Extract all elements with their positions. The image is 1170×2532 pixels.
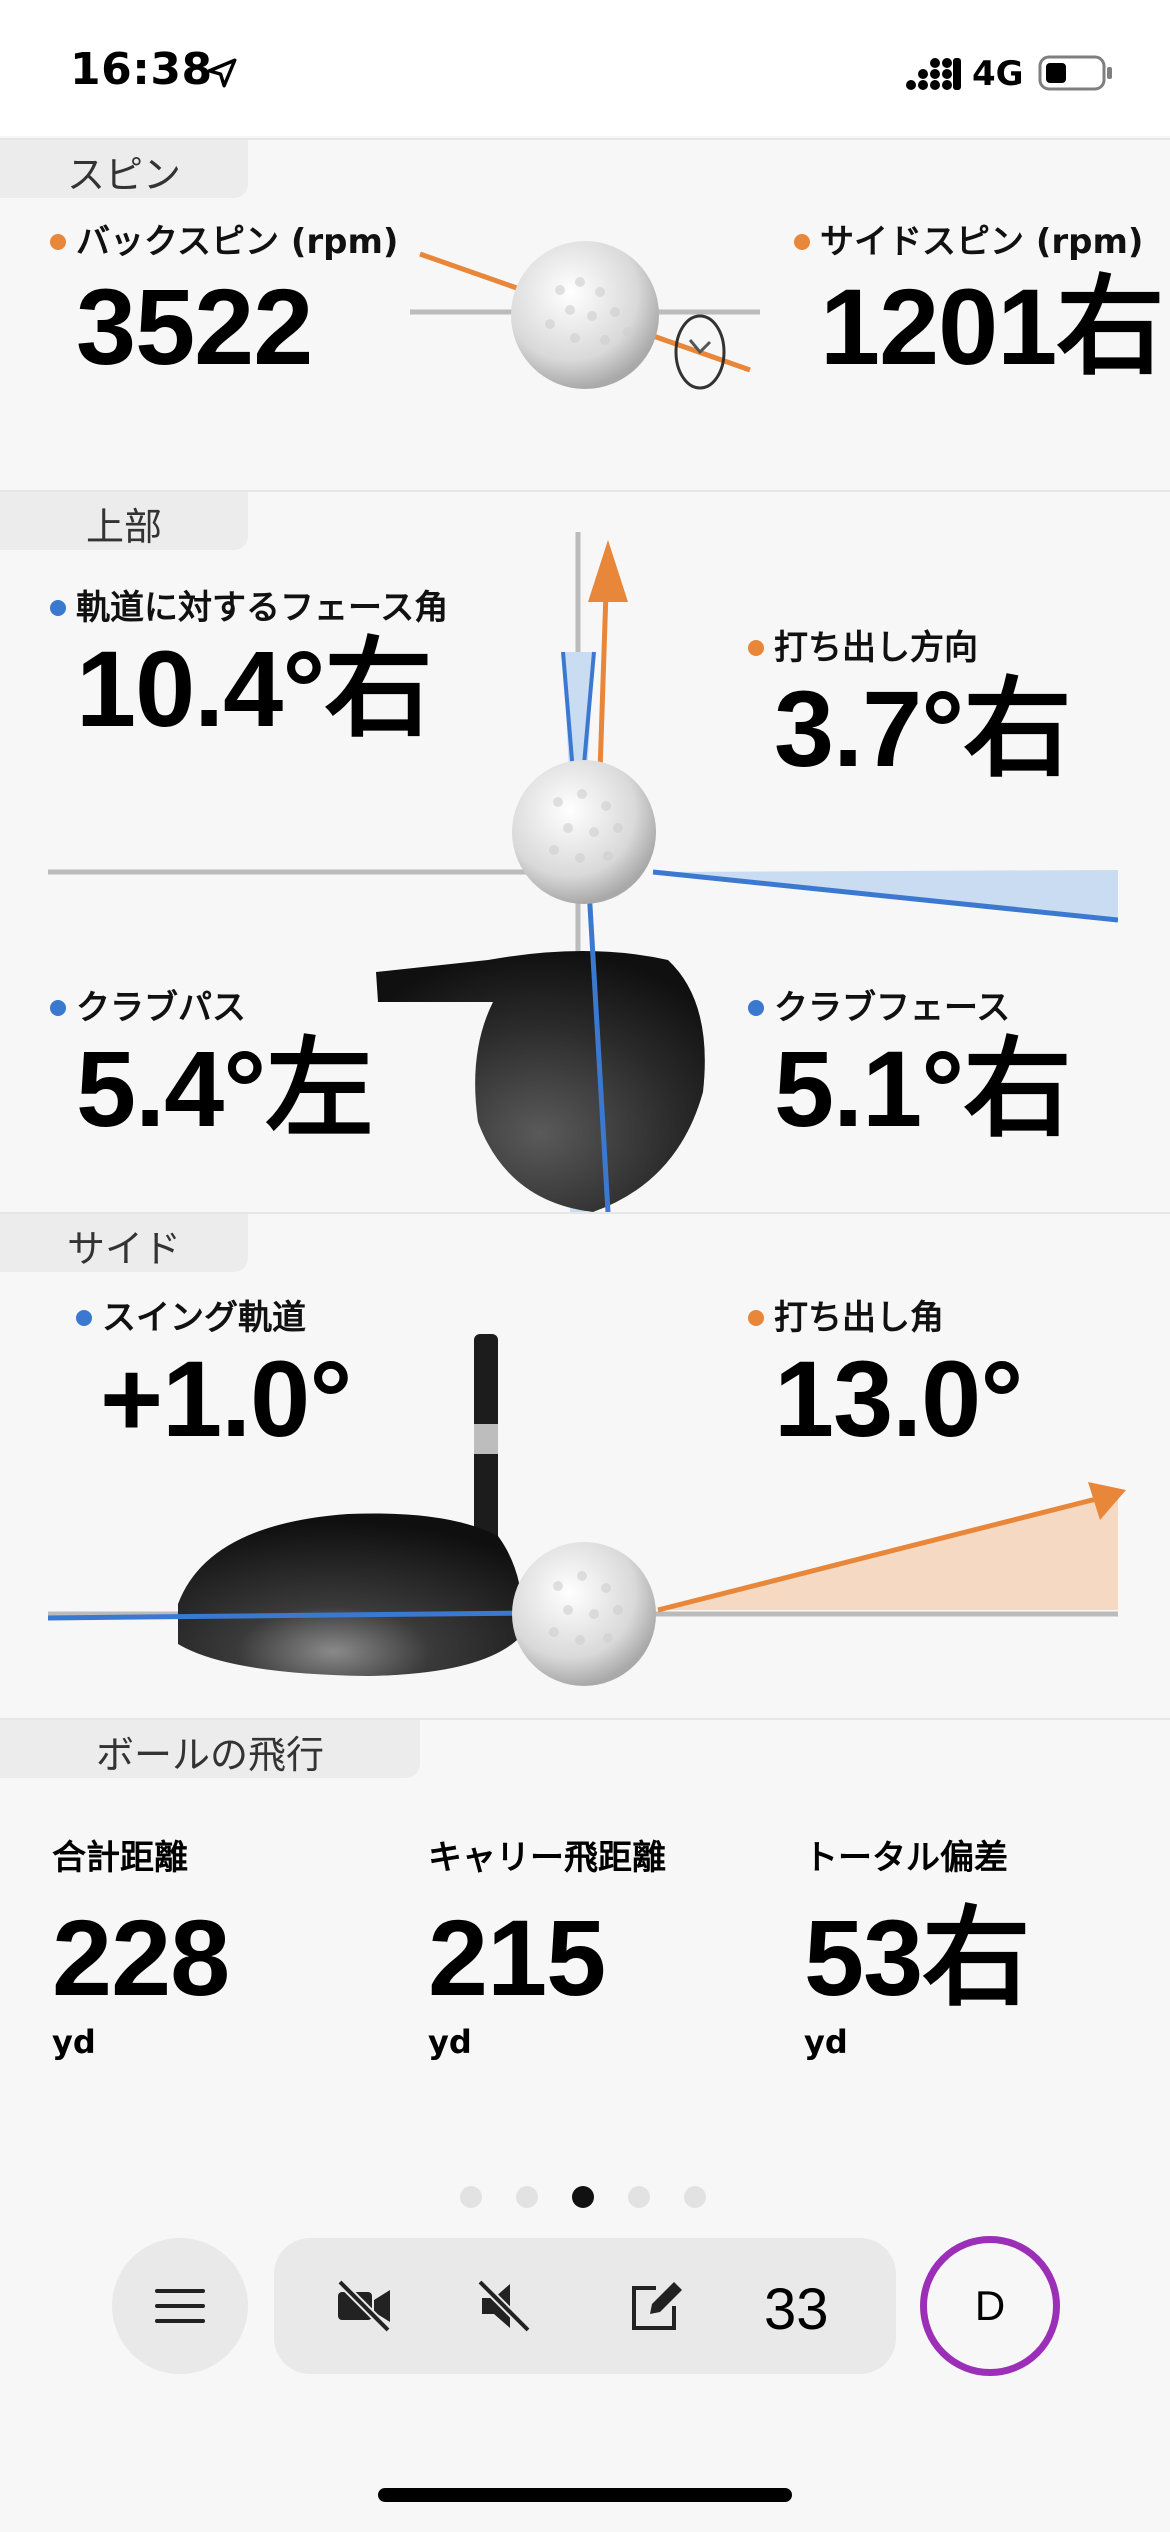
- face-to-path-label: 軌道に対するフェース角: [50, 588, 450, 628]
- club-path-value: 5.4°左: [76, 1028, 373, 1149]
- page-dot[interactable]: [684, 2186, 706, 2208]
- signal-icon: [906, 58, 961, 90]
- total-distance-unit: yd: [52, 2023, 96, 2061]
- total-deviation-label: トータル偏差: [804, 1838, 1008, 1878]
- blue-dot-icon: [50, 1000, 66, 1016]
- total-distance-metric: 合計距離 228 yd: [52, 1830, 230, 2061]
- total-deviation-value: 53右: [804, 1897, 1030, 2018]
- video-off-icon[interactable]: [334, 2278, 394, 2334]
- spin-diagram: [410, 241, 760, 390]
- club-face-value: 5.1°右: [774, 1028, 1071, 1149]
- status-time: 16:38: [70, 44, 213, 95]
- carry-distance-value: 215: [428, 1897, 606, 2018]
- orange-dot-icon: [748, 1310, 764, 1326]
- launch-angle-label: 打ち出し角: [748, 1298, 1022, 1338]
- page-dot[interactable]: [628, 2186, 650, 2208]
- spin-section: スピン バックスピン (rpm) 3522 サイドスピン (rpm) 1201右: [0, 138, 1170, 490]
- blue-dot-icon: [76, 1310, 92, 1326]
- face-to-path-value: 10.4°右: [76, 628, 432, 749]
- launch-direction-metric: 打ち出し方向 3.7°右: [748, 628, 1071, 789]
- club-face-metric: クラブフェース 5.1°右: [748, 988, 1071, 1149]
- page-dot-active[interactable]: [572, 2186, 594, 2208]
- launch-direction-value: 3.7°右: [774, 668, 1071, 789]
- blue-dot-icon: [748, 1000, 764, 1016]
- orange-dot-icon: [748, 640, 764, 656]
- total-deviation-unit: yd: [804, 2023, 848, 2061]
- top-section: 上部 軌道に対するフェース角 10.4°右 打ち出し方向 3.7°右 クラブパス…: [0, 490, 1170, 1212]
- shot-toolbar: 33: [274, 2238, 896, 2374]
- carry-distance-unit: yd: [428, 2023, 472, 2061]
- status-bar: 16:38 4G: [0, 0, 1170, 136]
- club-face-label: クラブフェース: [748, 988, 1070, 1028]
- section-tab-ball-flight: ボールの飛行: [0, 1720, 420, 1778]
- club-path-label: クラブパス: [50, 988, 372, 1028]
- backspin-metric: バックスピン (rpm) 3522: [50, 222, 398, 382]
- battery-icon: [1038, 55, 1112, 91]
- club-path-metric: クラブパス 5.4°左: [50, 988, 373, 1149]
- sidespin-value: 1201右: [820, 266, 1164, 387]
- ball-flight-section: ボールの飛行 合計距離 228 yd キャリー飛距離 215 yd トータル偏差…: [0, 1718, 1170, 2118]
- carry-distance-label: キャリー飛距離: [428, 1838, 666, 1878]
- total-distance-label: 合計距離: [52, 1838, 188, 1878]
- blue-dot-icon: [50, 600, 66, 616]
- section-tab-spin: スピン: [0, 140, 248, 198]
- sound-off-icon[interactable]: [474, 2278, 534, 2334]
- total-deviation-metric: トータル偏差 53右 yd: [804, 1830, 1030, 2061]
- sidespin-label: サイドスピン (rpm): [794, 222, 1163, 262]
- edit-icon[interactable]: [626, 2278, 686, 2334]
- page-dot[interactable]: [460, 2186, 482, 2208]
- swing-path-metric: スイング軌道 +1.0°: [76, 1298, 352, 1459]
- total-distance-value: 228: [52, 1897, 230, 2018]
- page-indicator: [460, 2186, 710, 2210]
- backspin-value: 3522: [76, 266, 313, 387]
- shot-count: 33: [764, 2277, 829, 2342]
- club-button[interactable]: D: [920, 2236, 1060, 2376]
- carry-distance-metric: キャリー飛距離 215 yd: [428, 1830, 666, 2061]
- orange-dot-icon: [50, 234, 66, 250]
- page-dot[interactable]: [516, 2186, 538, 2208]
- menu-button[interactable]: [112, 2238, 248, 2374]
- launch-angle-metric: 打ち出し角 13.0°: [748, 1298, 1023, 1459]
- face-to-path-metric: 軌道に対するフェース角 10.4°右: [50, 588, 450, 744]
- hamburger-icon: [155, 2289, 205, 2323]
- swing-path-label: スイング軌道: [76, 1298, 351, 1338]
- sidespin-metric: サイドスピン (rpm) 1201右: [794, 222, 1164, 387]
- backspin-label: バックスピン (rpm): [50, 222, 398, 262]
- section-tab-side: サイド: [0, 1214, 248, 1272]
- location-arrow-icon: [207, 58, 237, 88]
- launch-angle-value: 13.0°: [774, 1338, 1023, 1459]
- swing-path-value: +1.0°: [100, 1338, 352, 1459]
- side-section: サイド スイング軌道 +1.0° 打ち出し角 13.0°: [0, 1212, 1170, 1718]
- launch-direction-label: 打ち出し方向: [748, 628, 1070, 668]
- orange-dot-icon: [794, 234, 810, 250]
- home-indicator[interactable]: [378, 2488, 792, 2502]
- network-label: 4G: [972, 54, 1024, 94]
